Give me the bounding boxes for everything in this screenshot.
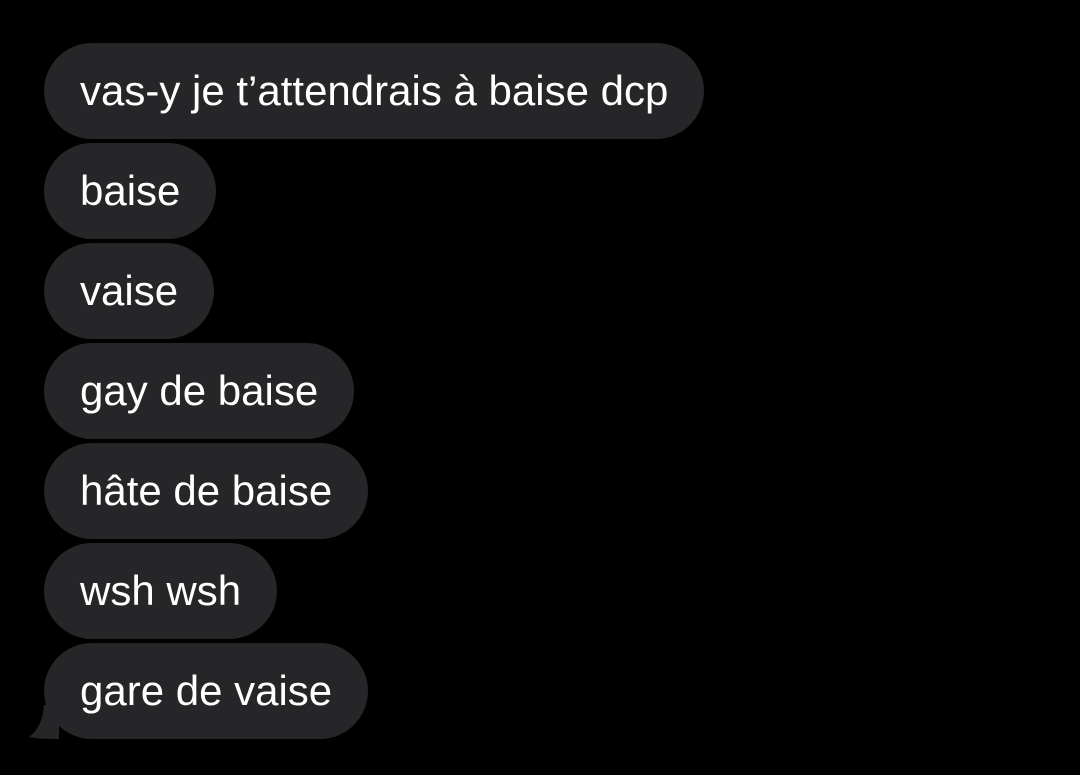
message-text: vas-y je t’attendrais à baise dcp [80, 67, 669, 114]
received-message-bubble[interactable]: baise [44, 143, 217, 239]
bubble-tail-icon [29, 705, 59, 739]
message-text: gay de baise [80, 367, 319, 414]
received-message-bubble[interactable]: vas-y je t’attendrais à baise dcp [44, 43, 705, 139]
message-text: hâte de baise [80, 467, 333, 514]
message-text: baise [80, 167, 181, 214]
received-message-bubble[interactable]: gare de vaise [29, 643, 369, 739]
received-message-bubble[interactable]: vaise [44, 243, 215, 339]
message-text: gare de vaise [80, 667, 333, 714]
received-message-bubble[interactable]: gay de baise [44, 343, 355, 439]
received-message-bubble[interactable]: hâte de baise [44, 443, 369, 539]
received-message-bubble[interactable]: wsh wsh [44, 543, 278, 639]
message-text: wsh wsh [80, 567, 242, 614]
message-text: vaise [80, 267, 179, 314]
message-thread: vas-y je t’attendrais à baise dcp baise … [29, 43, 1044, 739]
